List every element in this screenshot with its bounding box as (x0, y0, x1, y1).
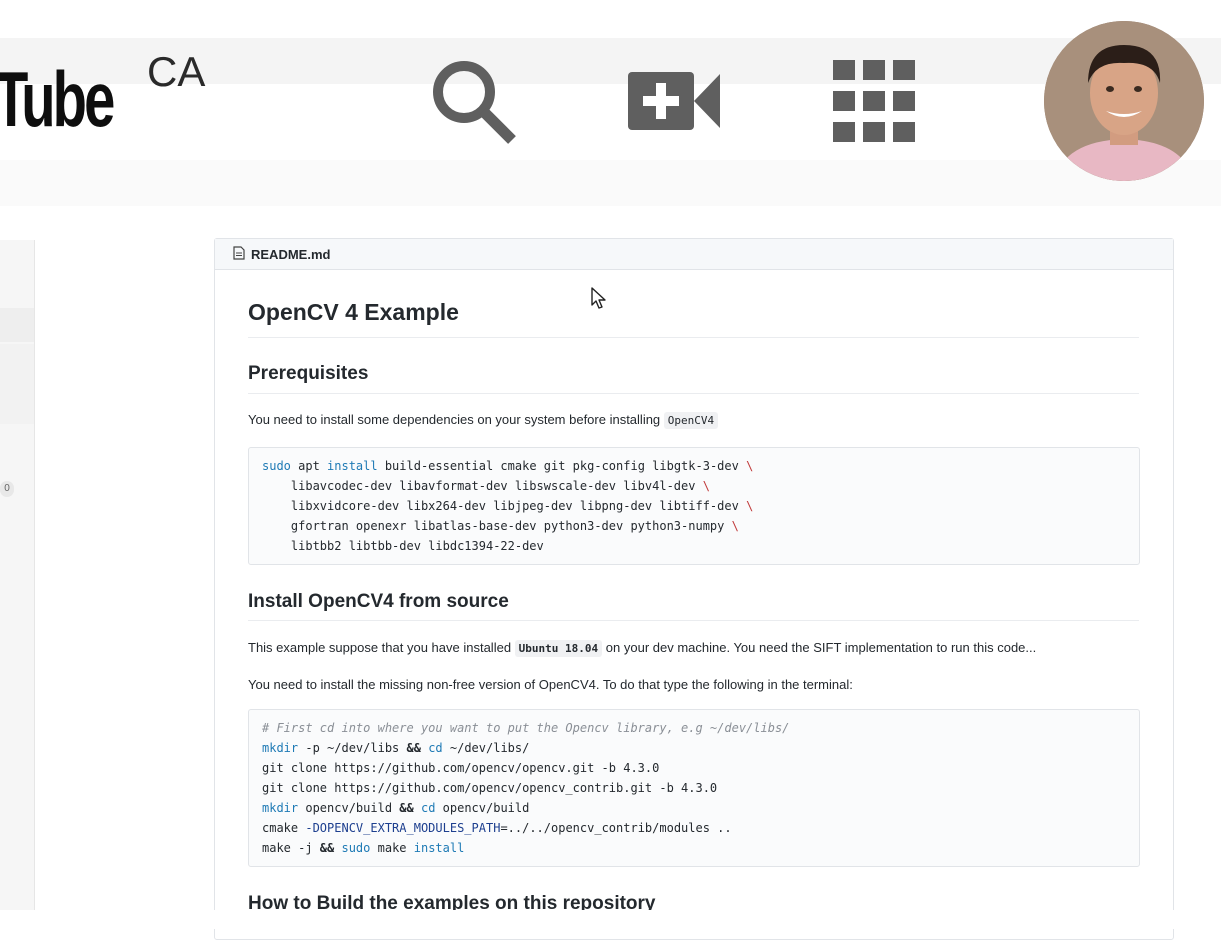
file-icon (233, 245, 245, 263)
code-line: libtbb2 libtbb-dev libdc1394-22-dev (262, 539, 544, 553)
search-icon[interactable] (428, 56, 520, 148)
readme-card: README.md OpenCV 4 Example Prerequisites… (214, 238, 1174, 940)
code-token: \ (746, 459, 754, 473)
divider (248, 337, 1139, 338)
code-token: cd (428, 741, 443, 755)
code-token: \ (702, 479, 710, 493)
code-token: make (370, 841, 414, 855)
code-token: make -j (262, 841, 320, 855)
prerequisites-heading: Prerequisites (248, 363, 369, 384)
readme-filename[interactable]: README.md (251, 247, 330, 262)
sidebar (0, 240, 35, 910)
repo-toolbar (0, 160, 1221, 206)
divider (248, 620, 1139, 621)
prerequisites-text: You need to install some dependencies on… (248, 412, 719, 429)
code-token: mkdir (262, 741, 299, 755)
code-token: cd (420, 801, 436, 815)
youtube-logo[interactable]: Tube (0, 60, 115, 138)
code-token: sudo (262, 459, 291, 473)
prerequisites-text-body: You need to install some dependencies on… (248, 412, 661, 427)
code-token: && (399, 801, 414, 815)
code-token: sudo (341, 841, 371, 855)
code-token: \ (746, 499, 754, 513)
code-token: build-essential cmake git pkg-config lib… (377, 459, 747, 473)
code-line: libavcodec-dev libavformat-dev libswscal… (262, 479, 703, 493)
code-token: mkdir (262, 801, 299, 815)
code-token: \ (731, 519, 739, 533)
apps-grid-icon[interactable] (833, 60, 915, 142)
code-line: libxvidcore-dev libx264-dev libjpeg-dev … (262, 499, 747, 513)
install-heading: Install OpenCV4 from source (248, 591, 509, 612)
code-token: =../../opencv_contrib/modules .. (500, 821, 732, 835)
code-token: opencv/build (435, 801, 530, 815)
sidebar-item[interactable] (0, 308, 34, 342)
code-token: cmake (262, 821, 306, 835)
code-block-dependencies[interactable]: sudo apt install build-essential cmake g… (248, 447, 1140, 565)
divider (248, 393, 1139, 394)
code-token: ~/dev/libs/ (442, 741, 530, 755)
sidebar-count-badge: 0 (0, 481, 14, 497)
code-comment: # First cd into where you want to put th… (262, 721, 790, 735)
code-block-install[interactable]: # First cd into where you want to put th… (248, 709, 1140, 867)
inline-code: OpenCV4 (663, 412, 719, 429)
install-text-1-after: on your dev machine. You need the SIFT i… (605, 640, 1037, 655)
install-text-1: This example suppose that you have insta… (248, 640, 1037, 657)
readme-header: README.md (215, 239, 1173, 270)
code-token: opencv/build (298, 801, 400, 815)
create-video-icon[interactable] (628, 70, 720, 132)
install-text-2: You need to install the missing non-free… (248, 677, 853, 692)
readme-title: OpenCV 4 Example (248, 299, 459, 325)
code-token: && (319, 841, 335, 855)
sidebar-item[interactable] (0, 344, 34, 424)
avatar[interactable] (1044, 21, 1204, 181)
code-token: && (406, 741, 421, 755)
code-line: gfortran openexr libatlas-base-dev pytho… (262, 519, 732, 533)
code-token: install (327, 459, 378, 473)
mouse-cursor-icon (590, 286, 608, 312)
bottom-edge (0, 910, 1221, 929)
code-token: -p ~/dev/libs (298, 741, 407, 755)
install-text-1-before: This example suppose that you have insta… (248, 640, 512, 655)
code-line: git clone https://github.com/opencv/open… (262, 781, 718, 795)
code-token: -DOPENCV_EXTRA_MODULES_PATH (305, 821, 501, 835)
youtube-region-label: CA (147, 48, 206, 95)
code-token: install (413, 841, 465, 855)
inline-code: Ubuntu 18.04 (514, 640, 603, 657)
code-line: git clone https://github.com/opencv/open… (262, 761, 660, 775)
code-token: apt (290, 459, 328, 473)
